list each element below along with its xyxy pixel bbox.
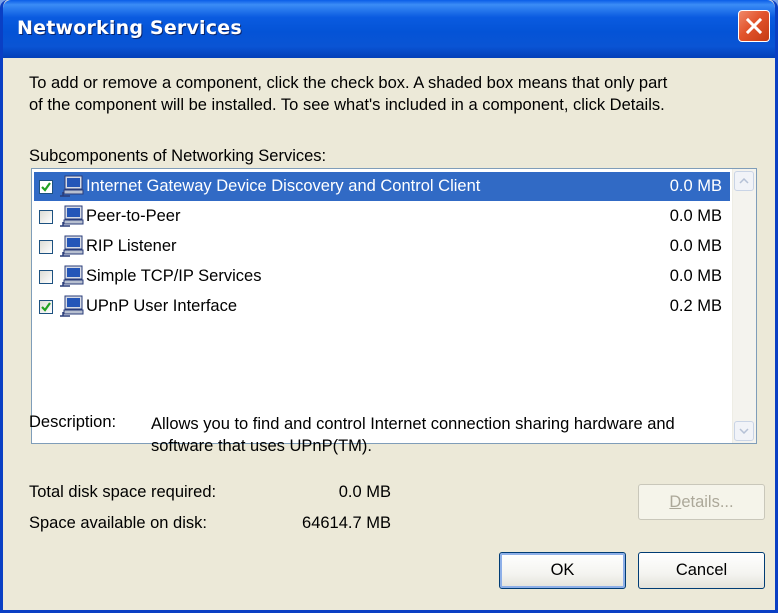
- subcomponents-label-part: Sub: [29, 147, 59, 165]
- space-available-label: Space available on disk:: [29, 514, 207, 532]
- network-computer-icon: [60, 205, 84, 227]
- checkmark-icon: [41, 301, 51, 312]
- details-accelerator: D: [669, 492, 682, 511]
- checkbox[interactable]: [39, 239, 53, 254]
- chevron-down-icon: [739, 428, 749, 434]
- chevron-up-icon: [739, 178, 749, 184]
- subcomponents-list[interactable]: Internet Gateway Device Discovery and Co…: [31, 168, 757, 444]
- checkbox[interactable]: [39, 179, 53, 194]
- checkbox[interactable]: [39, 299, 53, 314]
- description-line-2: software that uses UPnP(TM).: [151, 437, 372, 455]
- item-label: UPnP User Interface: [86, 297, 238, 315]
- subcomponents-label-part: omponents of Networking Services:: [66, 147, 327, 165]
- network-computer-icon: [60, 295, 84, 317]
- description-label: Description:: [29, 413, 117, 431]
- list-item[interactable]: Internet Gateway Device Discovery and Co…: [34, 172, 730, 201]
- item-size: 0.0 MB: [669, 207, 722, 225]
- intro-text: To add or remove a component, click the …: [29, 72, 667, 116]
- network-computer-icon: [60, 175, 84, 197]
- network-computer-icon: [60, 235, 84, 257]
- details-button[interactable]: Details...: [638, 484, 765, 520]
- total-disk-space-label: Total disk space required:: [29, 483, 217, 501]
- intro-line-1: To add or remove a component, click the …: [29, 74, 668, 92]
- checkbox[interactable]: [39, 269, 53, 284]
- description-text: Allows you to find and control Internet …: [151, 413, 675, 457]
- total-disk-space-value: 0.0 MB: [338, 483, 391, 501]
- item-size: 0.0 MB: [642, 177, 730, 196]
- dialog-content: To add or remove a component, click the …: [3, 58, 775, 610]
- description-line-1: Allows you to find and control Internet …: [151, 415, 675, 433]
- vertical-scrollbar[interactable]: [732, 169, 756, 443]
- space-available-value: 64614.7 MB: [302, 514, 391, 532]
- list-item[interactable]: Peer-to-Peer 0.0 MB: [34, 202, 730, 231]
- intro-line-2: of the component will be installed. To s…: [29, 96, 665, 114]
- list-item[interactable]: Simple TCP/IP Services 0.0 MB: [34, 262, 730, 291]
- title-bar[interactable]: Networking Services: [3, 0, 775, 58]
- ok-button[interactable]: OK: [499, 552, 626, 589]
- scroll-up-button[interactable]: [734, 171, 754, 191]
- close-button[interactable]: [738, 10, 770, 42]
- list-item[interactable]: UPnP User Interface 0.2 MB: [34, 292, 730, 321]
- item-size: 0.0 MB: [669, 267, 722, 285]
- item-size: 0.2 MB: [669, 297, 722, 315]
- dialog-title: Networking Services: [17, 17, 242, 39]
- networking-services-dialog: Networking Services To add or remove a c…: [0, 0, 778, 613]
- network-computer-icon: [60, 265, 84, 287]
- close-icon: [745, 17, 763, 35]
- subcomponents-label-accelerator: c: [58, 147, 67, 165]
- item-label: Simple TCP/IP Services: [86, 267, 262, 285]
- item-size: 0.0 MB: [669, 237, 722, 255]
- scroll-down-button[interactable]: [734, 421, 754, 441]
- cancel-button[interactable]: Cancel: [638, 552, 765, 589]
- list-item[interactable]: RIP Listener 0.0 MB: [34, 232, 730, 261]
- subcomponents-label: Subcomponents of Networking Services:: [29, 147, 326, 166]
- checkbox[interactable]: [39, 209, 53, 224]
- item-label: RIP Listener: [86, 237, 177, 255]
- subcomponents-rows: Internet Gateway Device Discovery and Co…: [32, 169, 732, 443]
- item-label: Peer-to-Peer: [86, 207, 181, 225]
- checkmark-icon: [41, 181, 51, 192]
- details-label: etails...: [681, 492, 734, 511]
- item-label: Internet Gateway Device Discovery and Co…: [86, 177, 642, 196]
